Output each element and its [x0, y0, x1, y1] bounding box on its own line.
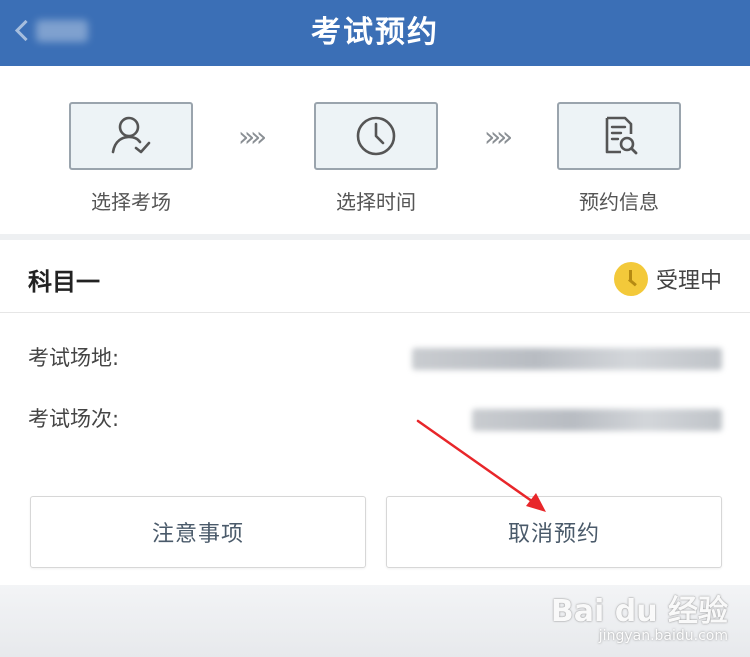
step-separator: » — [250, 120, 267, 153]
step-icon-box — [557, 102, 681, 170]
status-text: 受理中 — [655, 269, 722, 294]
step-separator: » — [484, 120, 501, 153]
venue-label: 考试场地: — [28, 346, 120, 370]
session-value-blurred — [472, 409, 722, 431]
venue-value-blurred — [412, 348, 722, 370]
booking-card: 科目一 受理中 考试场地: 考试场次: 注意事项 取消预约 — [0, 240, 750, 585]
status-badge: 受理中 — [613, 262, 722, 296]
watermark-logo: Bai du 经验 — [550, 594, 728, 629]
step-label: 选择考场 — [91, 190, 171, 214]
step-booking-info[interactable]: 预约信息 — [557, 102, 681, 215]
notes-button[interactable]: 注意事项 — [30, 496, 366, 568]
step-label: 选择时间 — [336, 190, 416, 214]
steps-bar: 选择考场 » » 选择时间 » » 预约信息 — [0, 66, 750, 234]
step-icon-box — [314, 102, 438, 170]
cancel-booking-button[interactable]: 取消预约 — [386, 496, 722, 568]
step-separator: » — [496, 120, 513, 153]
session-row: 考试场次: — [28, 403, 722, 437]
divider — [0, 312, 750, 313]
step-select-venue[interactable]: 选择考场 — [69, 102, 193, 215]
session-label: 考试场次: — [28, 407, 120, 431]
venue-row: 考试场地: — [28, 342, 722, 376]
step-label: 预约信息 — [579, 190, 659, 214]
page-title: 考试预约 — [311, 15, 439, 50]
step-separator: » — [238, 120, 255, 153]
document-search-icon — [605, 116, 638, 155]
step-select-time[interactable]: 选择时间 — [314, 102, 438, 215]
clock-icon — [356, 116, 396, 156]
top-bar: 考试预约 — [0, 0, 750, 66]
step-icon-box — [69, 102, 193, 170]
watermark-url: jingyan.baidu.com — [598, 628, 728, 644]
watermark: Bai du 经验 jingyan.baidu.com — [551, 586, 728, 644]
user-check-icon — [111, 116, 151, 154]
clock-status-icon — [613, 262, 648, 296]
subject-title: 科目一 — [28, 268, 100, 296]
